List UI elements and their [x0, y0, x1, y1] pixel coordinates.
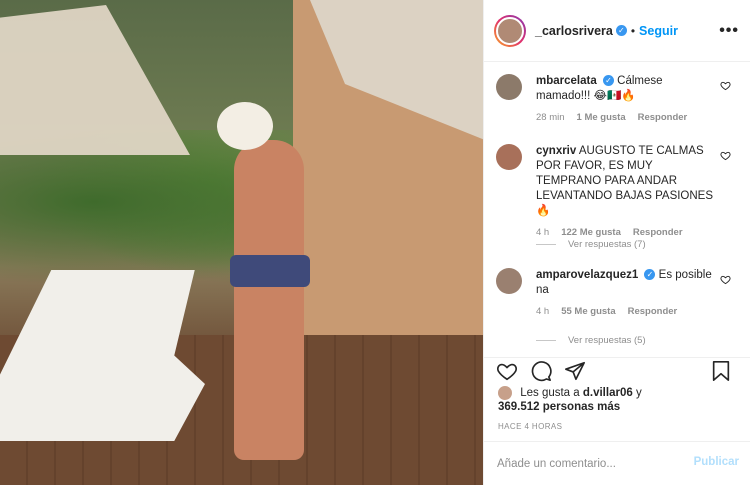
view-replies-label[interactable]: Ver respuestas (7) [568, 239, 646, 250]
header-separator: • [630, 23, 636, 38]
verified-icon: ✓ [644, 269, 656, 281]
more-icon[interactable]: ••• [719, 22, 739, 40]
reply-button[interactable]: Responder [638, 112, 688, 123]
comment-composer: Publicar [484, 441, 750, 485]
comment-likes[interactable]: 55 Me gusta [561, 306, 615, 317]
share-icon[interactable] [564, 360, 586, 382]
comment-username[interactable]: amparovelazquez1 [536, 269, 638, 281]
likes-count[interactable]: 369.512 personas más [498, 401, 620, 413]
comment-likes[interactable]: 122 Me gusta [561, 227, 621, 238]
view-replies-label[interactable]: Ver respuestas (5) [568, 335, 646, 346]
comment-item: amparovelazquez1 ✓ Es posible na 4 h 55 … [496, 268, 741, 317]
liker-username[interactable]: d.villar06 [583, 387, 633, 399]
comment-meta: 4 h 55 Me gusta Responder [536, 306, 741, 317]
comment-icon[interactable] [530, 360, 552, 382]
comment-meta: 4 h 122 Me gusta Responder [536, 227, 741, 238]
heart-icon[interactable] [720, 80, 731, 91]
replies-line [536, 340, 556, 341]
person-trunks [230, 255, 310, 287]
view-replies[interactable]: Ver respuestas (7) [536, 239, 646, 250]
post-photo[interactable] [0, 0, 483, 485]
comment-meta: 28 min 1 Me gusta Responder [536, 112, 741, 123]
replies-line [536, 244, 556, 245]
person-body [234, 140, 304, 460]
heart-icon[interactable] [720, 274, 731, 285]
photo-umbrella-left [0, 5, 190, 155]
author-username[interactable]: _carlosrivera [535, 24, 613, 38]
comment-username[interactable]: cynxriv [536, 145, 576, 157]
instagram-post-view: _carlosrivera ✓ • Seguir ••• mbarcelata … [0, 0, 750, 485]
post-side-panel: _carlosrivera ✓ • Seguir ••• mbarcelata … [483, 0, 750, 485]
comment-item: cynxriv AUGUSTO TE CALMAS POR FAVOR, ES … [496, 144, 741, 238]
verified-icon: ✓ [615, 25, 627, 36]
heart-icon[interactable] [720, 150, 731, 161]
comment-time[interactable]: 4 h [536, 306, 549, 317]
post-header: _carlosrivera ✓ • Seguir ••• [484, 0, 750, 62]
comment-time[interactable]: 28 min [536, 112, 565, 123]
comment-time[interactable]: 4 h [536, 227, 549, 238]
comment-username[interactable]: mbarcelata [536, 75, 597, 87]
commenter-avatar[interactable] [496, 74, 522, 100]
likes-summary: Les gusta a d.villar06 y 369.512 persona… [498, 386, 743, 414]
verified-icon: ✓ [602, 75, 614, 87]
author-avatar[interactable] [494, 14, 526, 47]
photo-person [212, 102, 330, 470]
bookmark-icon[interactable] [711, 360, 731, 382]
commenter-avatar[interactable] [496, 268, 522, 294]
reply-button[interactable]: Responder [628, 306, 678, 317]
reply-button[interactable]: Responder [633, 227, 683, 238]
post-timestamp[interactable]: HACE 4 HORAS [498, 422, 562, 431]
comment-likes[interactable]: 1 Me gusta [577, 112, 626, 123]
commenter-avatar[interactable] [496, 144, 522, 170]
comment-item: mbarcelata ✓ Cálmese mamado!!! 😂🇲🇽🔥 28 m… [496, 74, 741, 123]
follow-button[interactable]: Seguir [639, 24, 678, 38]
person-hat [217, 102, 273, 150]
comment-input[interactable] [497, 457, 687, 470]
heart-icon[interactable] [496, 360, 518, 382]
post-actions [496, 358, 743, 384]
likes-joiner: y [635, 387, 642, 400]
liker-avatar[interactable] [498, 386, 512, 400]
comments-list: mbarcelata ✓ Cálmese mamado!!! 😂🇲🇽🔥 28 m… [484, 62, 750, 358]
publish-button[interactable]: Publicar [694, 456, 739, 468]
likes-prefix: Les gusta a [520, 387, 580, 400]
view-replies[interactable]: Ver respuestas (5) [536, 335, 646, 346]
